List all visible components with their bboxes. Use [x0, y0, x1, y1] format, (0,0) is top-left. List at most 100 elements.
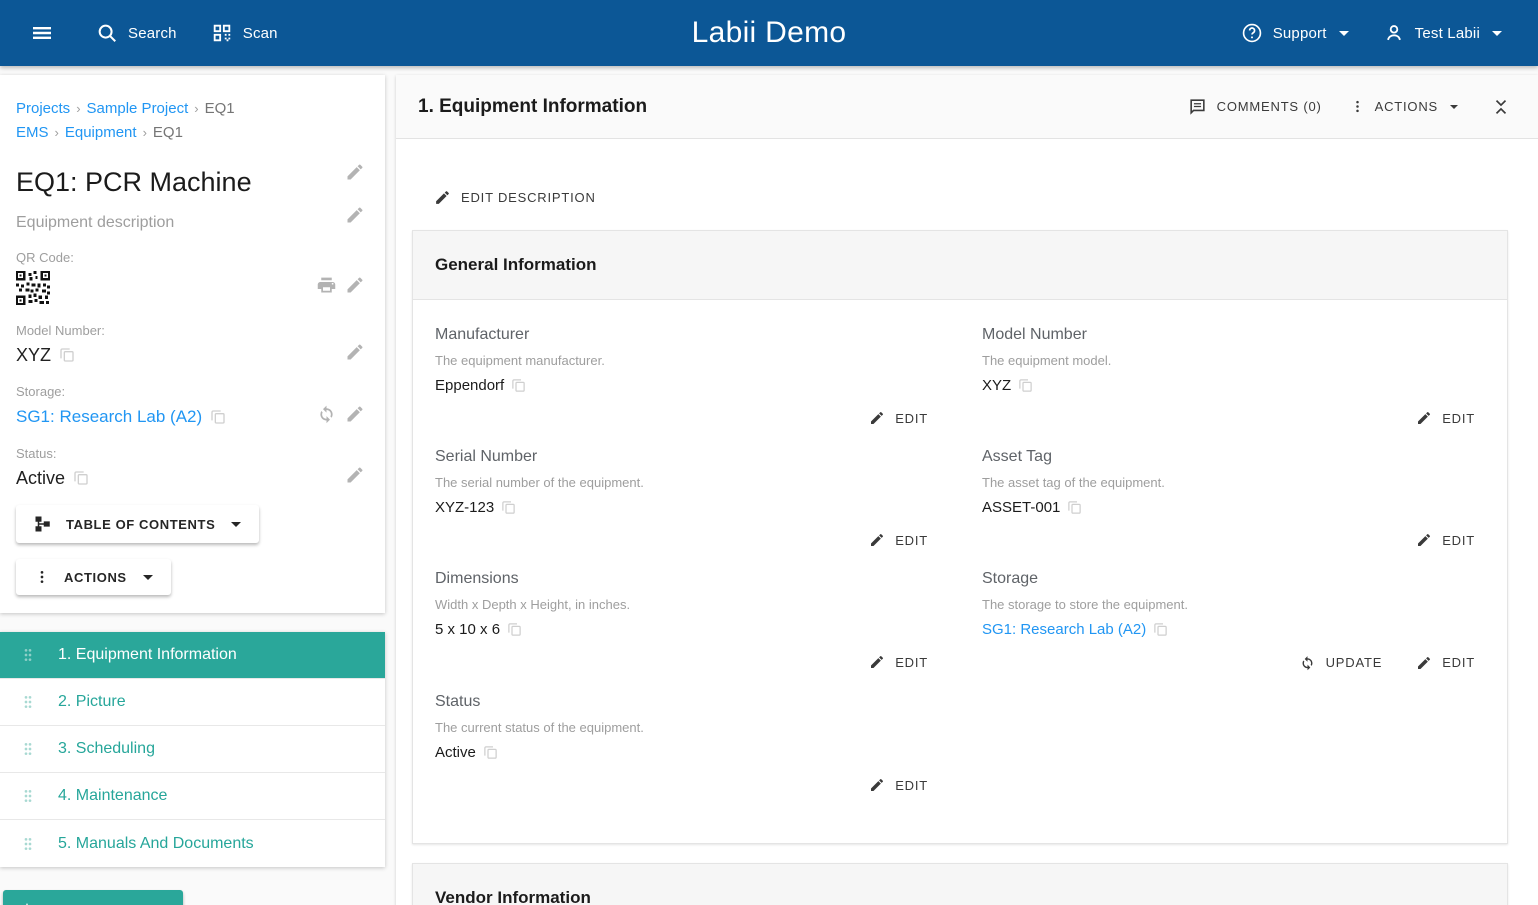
breadcrumb-separator: ›	[55, 125, 59, 140]
pencil-icon	[434, 189, 451, 206]
copy-icon[interactable]	[73, 470, 89, 486]
edit-description-pencil-icon[interactable]	[341, 201, 369, 229]
section-title: 1. Equipment Information	[418, 96, 647, 118]
comments-button[interactable]: COMMENTS (0)	[1178, 89, 1332, 124]
copy-icon[interactable]	[1018, 378, 1033, 393]
copy-icon[interactable]	[483, 745, 498, 760]
breadcrumb: Projects › Sample Project › EQ1 EMS › Equipmen…	[16, 97, 369, 145]
field-label: Serial Number	[435, 448, 938, 466]
field-status: Status The current status of the equipme…	[435, 693, 938, 801]
storage-value-link[interactable]: SG1: Research Lab (A2)	[982, 621, 1146, 638]
card-title: Vendor Information	[435, 888, 591, 905]
print-qr-icon[interactable]	[312, 271, 341, 300]
scan-button[interactable]: Scan	[199, 14, 290, 52]
kebab-icon	[1350, 99, 1365, 114]
pencil-icon	[869, 532, 885, 548]
edit-field-button[interactable]: EDIT	[1406, 524, 1485, 556]
section-item-label: 3. Scheduling	[58, 740, 155, 758]
update-field-button[interactable]: UPDATE	[1289, 646, 1393, 679]
add-section-label: ADD SECTION	[47, 902, 143, 905]
table-of-contents-label: TABLE OF CONTENTS	[66, 517, 215, 532]
pencil-icon	[869, 654, 885, 670]
copy-icon[interactable]	[1067, 500, 1082, 515]
add-section-button[interactable]: ADD SECTION	[3, 890, 183, 905]
section-item-maintenance[interactable]: 4. Maintenance	[0, 773, 385, 820]
pencil-icon	[1416, 532, 1432, 548]
support-menu[interactable]: Support	[1229, 14, 1361, 52]
edit-title-pencil-icon[interactable]	[341, 158, 369, 186]
support-label: Support	[1273, 25, 1327, 42]
field-description: The asset tag of the equipment.	[982, 475, 1485, 490]
section-item-picture[interactable]: 2. Picture	[0, 679, 385, 726]
field-label: Model Number	[982, 326, 1485, 344]
storage-link[interactable]: SG1: Research Lab (A2)	[16, 407, 202, 427]
drag-handle-icon[interactable]	[20, 786, 36, 806]
sync-storage-icon[interactable]	[312, 399, 341, 428]
field-description: The serial number of the equipment.	[435, 475, 938, 490]
field-serial-number: Serial Number The serial number of the e…	[435, 448, 938, 556]
breadcrumb-separator: ›	[76, 101, 80, 116]
sidebar-actions-button[interactable]: ACTIONS	[16, 559, 171, 595]
menu-icon[interactable]	[24, 13, 60, 53]
edit-field-button[interactable]: EDIT	[859, 402, 938, 434]
edit-label: EDIT	[1442, 655, 1475, 670]
main-panel: 1. Equipment Information COMMENTS (0) AC…	[396, 75, 1538, 905]
field-description: The storage to store the equipment.	[982, 597, 1485, 612]
record-summary-card: Projects › Sample Project › EQ1 EMS › Equipmen…	[0, 75, 385, 613]
section-actions-label: ACTIONS	[1375, 99, 1438, 114]
breadcrumb-separator: ›	[194, 101, 198, 116]
user-menu[interactable]: Test Labii	[1371, 14, 1514, 52]
edit-field-button[interactable]: EDIT	[859, 524, 938, 556]
drag-handle-icon[interactable]	[20, 645, 36, 665]
edit-storage-pencil-icon[interactable]	[341, 400, 369, 428]
edit-qr-pencil-icon[interactable]	[341, 271, 369, 299]
copy-icon[interactable]	[511, 378, 526, 393]
drag-handle-icon[interactable]	[20, 834, 36, 854]
edit-field-button[interactable]: EDIT	[1406, 646, 1485, 679]
table-of-contents-button[interactable]: TABLE OF CONTENTS	[16, 505, 259, 543]
edit-status-pencil-icon[interactable]	[341, 461, 369, 489]
drag-handle-icon[interactable]	[20, 739, 36, 759]
edit-model-pencil-icon[interactable]	[341, 338, 369, 366]
breadcrumb-projects[interactable]: Projects	[16, 100, 70, 117]
plus-icon	[19, 901, 35, 905]
edit-description-label: EDIT DESCRIPTION	[461, 190, 596, 205]
edit-field-button[interactable]: EDIT	[859, 769, 938, 801]
comment-icon	[1188, 97, 1207, 116]
copy-icon[interactable]	[210, 409, 226, 425]
edit-label: EDIT	[1442, 533, 1475, 548]
field-value: XYZ-123	[435, 499, 494, 516]
copy-icon[interactable]	[1153, 622, 1168, 637]
section-item-manuals-and-documents[interactable]: 5. Manuals And Documents	[0, 820, 385, 867]
section-actions-button[interactable]: ACTIONS	[1340, 91, 1468, 122]
storage-label: Storage:	[16, 384, 369, 399]
drag-handle-icon[interactable]	[20, 692, 36, 712]
breadcrumb-ems[interactable]: EMS	[16, 124, 49, 141]
edit-label: EDIT	[895, 411, 928, 426]
breadcrumb-current: EQ1	[153, 124, 183, 141]
breadcrumb-sample-project[interactable]: Sample Project	[87, 100, 189, 117]
tree-icon	[34, 515, 52, 533]
collapse-section-icon[interactable]	[1486, 92, 1516, 122]
status-value: Active	[16, 468, 65, 489]
field-value: 5 x 10 x 6	[435, 621, 500, 638]
breadcrumb-equipment[interactable]: Equipment	[65, 124, 137, 141]
pencil-icon	[1416, 655, 1432, 671]
field-dimensions: Dimensions Width x Depth x Height, in in…	[435, 570, 938, 679]
copy-icon[interactable]	[507, 622, 522, 637]
field-label: Manufacturer	[435, 326, 938, 344]
section-item-equipment-information[interactable]: 1. Equipment Information	[0, 632, 385, 679]
card-header: Vendor Information	[413, 864, 1507, 905]
edit-description-button[interactable]: EDIT DESCRIPTION	[434, 181, 606, 214]
edit-field-button[interactable]: EDIT	[1406, 402, 1485, 434]
section-list: 1. Equipment Information 2. Picture 3. S…	[0, 632, 385, 867]
copy-icon[interactable]	[59, 347, 75, 363]
scan-label: Scan	[243, 25, 278, 42]
edit-field-button[interactable]: EDIT	[859, 646, 938, 678]
section-item-scheduling[interactable]: 3. Scheduling	[0, 726, 385, 773]
comments-label: COMMENTS (0)	[1217, 99, 1322, 114]
search-button[interactable]: Search	[84, 14, 189, 52]
field-value: Active	[435, 744, 476, 761]
qr-code-label: QR Code:	[16, 250, 369, 265]
copy-icon[interactable]	[501, 500, 516, 515]
